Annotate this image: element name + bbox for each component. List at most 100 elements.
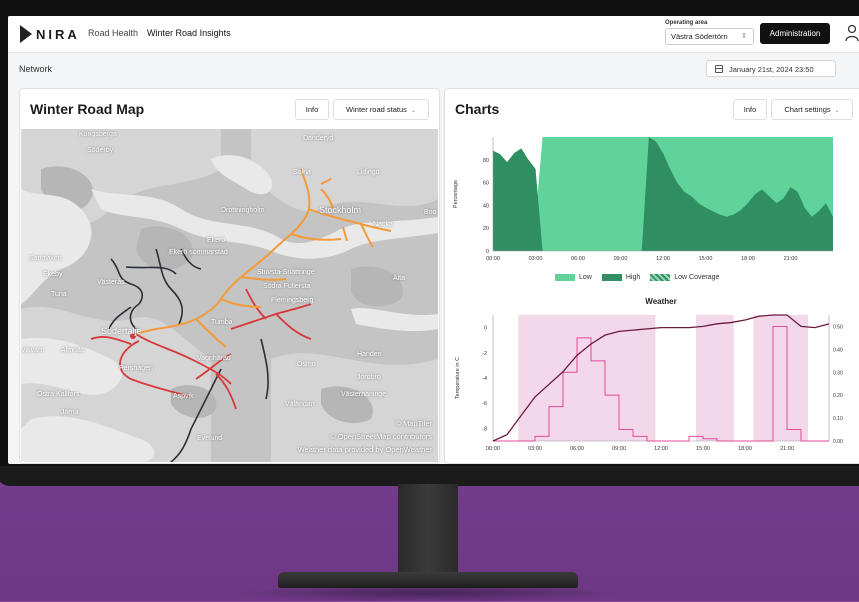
y2-tick-label: 0.30: [833, 370, 843, 376]
monitor-chin: [0, 466, 859, 486]
chart-settings-dropdown[interactable]: Chart settings ⌄: [771, 99, 853, 120]
map-label-osmo: Ösmo: [297, 361, 316, 368]
x-tick-label: 06:00: [571, 256, 585, 262]
calendar-icon: [715, 65, 723, 73]
y2-tick-label: 0.10: [833, 416, 843, 422]
legend-high-label: High: [625, 274, 641, 281]
map-label-ekero-sommarstad: Ekerö sommarstad: [169, 249, 228, 256]
y2-tick-label: 0.20: [833, 393, 843, 399]
y2-tick-label: 0.50: [833, 324, 843, 330]
map-label-vikvarn: Vikvarn: [21, 347, 45, 354]
legend-high[interactable]: High: [601, 274, 641, 281]
map-label-sodertalje: Södertälje: [101, 326, 142, 336]
weather-title: Weather: [645, 297, 677, 306]
charts-panel: Charts Info Chart settings ⌄ 0 20 40 60 80 00:…: [444, 88, 859, 464]
attribution-osm[interactable]: © OpenStreetMap contributors: [330, 432, 432, 441]
x-tick-label: 18:00: [738, 446, 752, 452]
operating-area: Operating area Västra Södertörn ⇕: [665, 20, 755, 45]
map-label-stockholm: Stockholm: [319, 205, 362, 215]
map-label-kungsberga: Kungsberga: [79, 131, 117, 138]
monitor-neck: [398, 484, 458, 574]
logo-text: NIRA: [36, 26, 80, 42]
date-value: January 21st, 2024 23:50: [729, 65, 814, 74]
y-tick-label: 20: [483, 226, 489, 232]
attribution-maptiler[interactable]: © MapTiler: [395, 419, 432, 428]
y-tick-label: 0: [484, 326, 487, 332]
map-label-jarna: Järna: [61, 409, 79, 416]
map-label-soderby: Söderby: [87, 147, 114, 154]
x-tick-label: 12:00: [656, 256, 670, 262]
winter-road-status-label: Winter road status: [346, 105, 407, 114]
weather-chart[interactable]: 0 -2 -4 -6 -8 0.50 0.40 0.30 0.20 0.10 0.00 00:00 03…: [445, 309, 859, 459]
breadcrumb[interactable]: Network: [19, 64, 52, 74]
map-label-pershagen: Pershagen: [119, 365, 153, 372]
y-tick-label: 60: [483, 181, 489, 187]
map-label-nacka: Nacka: [373, 221, 393, 228]
x-tick-label: 06:00: [570, 446, 584, 452]
y-tick-label: -2: [482, 351, 487, 357]
date-picker-button[interactable]: January 21st, 2024 23:50: [706, 60, 836, 77]
map-label-tumba: Tumba: [211, 319, 233, 326]
y2-tick-label: 0.00: [833, 439, 843, 445]
map-label-jordbro: Jordbro: [357, 374, 381, 381]
nav-road-health[interactable]: Road Health: [88, 28, 138, 38]
attribution-openweather[interactable]: Weather data provided by OpenWeather: [298, 445, 432, 454]
x-tick-label: 09:00: [612, 446, 626, 452]
top-bar: NIRA Road Health Winter Road Insights Op…: [8, 16, 859, 53]
legend-low-swatch: [555, 274, 575, 281]
operating-area-value: Västra Södertörn: [671, 32, 728, 41]
operating-area-label: Operating area: [665, 20, 708, 26]
map-label-danderyd: Danderyd: [303, 135, 334, 142]
chevron-down-icon: ⌄: [834, 108, 840, 114]
x-tick-label: 15:00: [696, 446, 710, 452]
x-tick-label: 09:00: [614, 256, 628, 262]
map-label-vasterhaninge: Västerhaninge: [341, 391, 387, 398]
map-label-ostra-kallfors: Östra Kallfors: [37, 391, 80, 398]
legend-low[interactable]: Low: [555, 274, 592, 281]
logo[interactable]: NIRA: [20, 25, 80, 43]
map-svg: [21, 129, 438, 462]
legend-low-coverage[interactable]: Low Coverage: [650, 274, 719, 281]
x-tick-label: 03:00: [528, 446, 542, 452]
x-tick-label: 18:00: [741, 256, 755, 262]
x-tick-label: 21:00: [784, 256, 798, 262]
main-nav: Road Health Winter Road Insights: [88, 28, 231, 38]
map-label-drottningholm: Drottningholm: [221, 207, 265, 214]
map-label-stuvsta: Stuvsta-Snättringe: [257, 269, 315, 276]
user-icon[interactable]: [844, 24, 859, 42]
map-label-flemingsberg: Flemingsberg: [271, 297, 314, 304]
y-axis-label: Temperature in C: [455, 357, 461, 399]
x-tick-label: 12:00: [654, 446, 668, 452]
legend-low-label: Low: [579, 274, 592, 281]
winter-road-status-dropdown[interactable]: Winter road status ⌄: [333, 99, 429, 120]
map-label-boo: Boo: [424, 209, 437, 216]
map-label-aspvik: Aspvik: [173, 393, 194, 400]
shaded-band: [518, 315, 656, 441]
map-label-vagnharad: Vagnhärad: [197, 355, 231, 362]
map-canvas[interactable]: Kungsberga Söderby Danderyd Solna Liding…: [21, 129, 438, 462]
x-tick-label: 00:00: [486, 256, 500, 262]
charts-title: Charts: [455, 101, 500, 117]
logo-mark-icon: [20, 25, 32, 43]
map-label-lidingo: Lidingö: [357, 169, 380, 176]
y-axis-label: Percentage: [453, 180, 459, 208]
map-label-vasteras: Västerås: [97, 279, 125, 286]
screen: NIRA Road Health Winter Road Insights Op…: [8, 16, 859, 464]
nav-winter-road-insights[interactable]: Winter Road Insights: [147, 28, 231, 38]
charts-info-button[interactable]: Info: [733, 99, 767, 120]
administration-button[interactable]: Administration: [760, 23, 830, 44]
winter-road-map-panel: Winter Road Map Info Winter road status ⌄: [19, 88, 440, 464]
coverage-chart[interactable]: 0 20 40 60 80 00:00 03:00 06:00 09:00 12:00 15:00 1…: [445, 129, 859, 269]
map-label-handen: Handen: [357, 351, 382, 358]
x-tick-label: 15:00: [699, 256, 713, 262]
map-label-sodra: Södra Fullersta: [263, 283, 311, 290]
y-tick-label: -6: [482, 401, 487, 407]
map-info-button[interactable]: Info: [295, 99, 329, 120]
y-tick-label: -8: [482, 426, 487, 432]
map-title: Winter Road Map: [30, 101, 145, 117]
monitor-shadow: [230, 584, 630, 602]
x-tick-label: 00:00: [486, 446, 500, 452]
operating-area-select[interactable]: Västra Södertörn ⇕: [665, 28, 754, 45]
shaded-band: [696, 315, 734, 441]
chevron-updown-icon: ⇕: [741, 33, 747, 40]
